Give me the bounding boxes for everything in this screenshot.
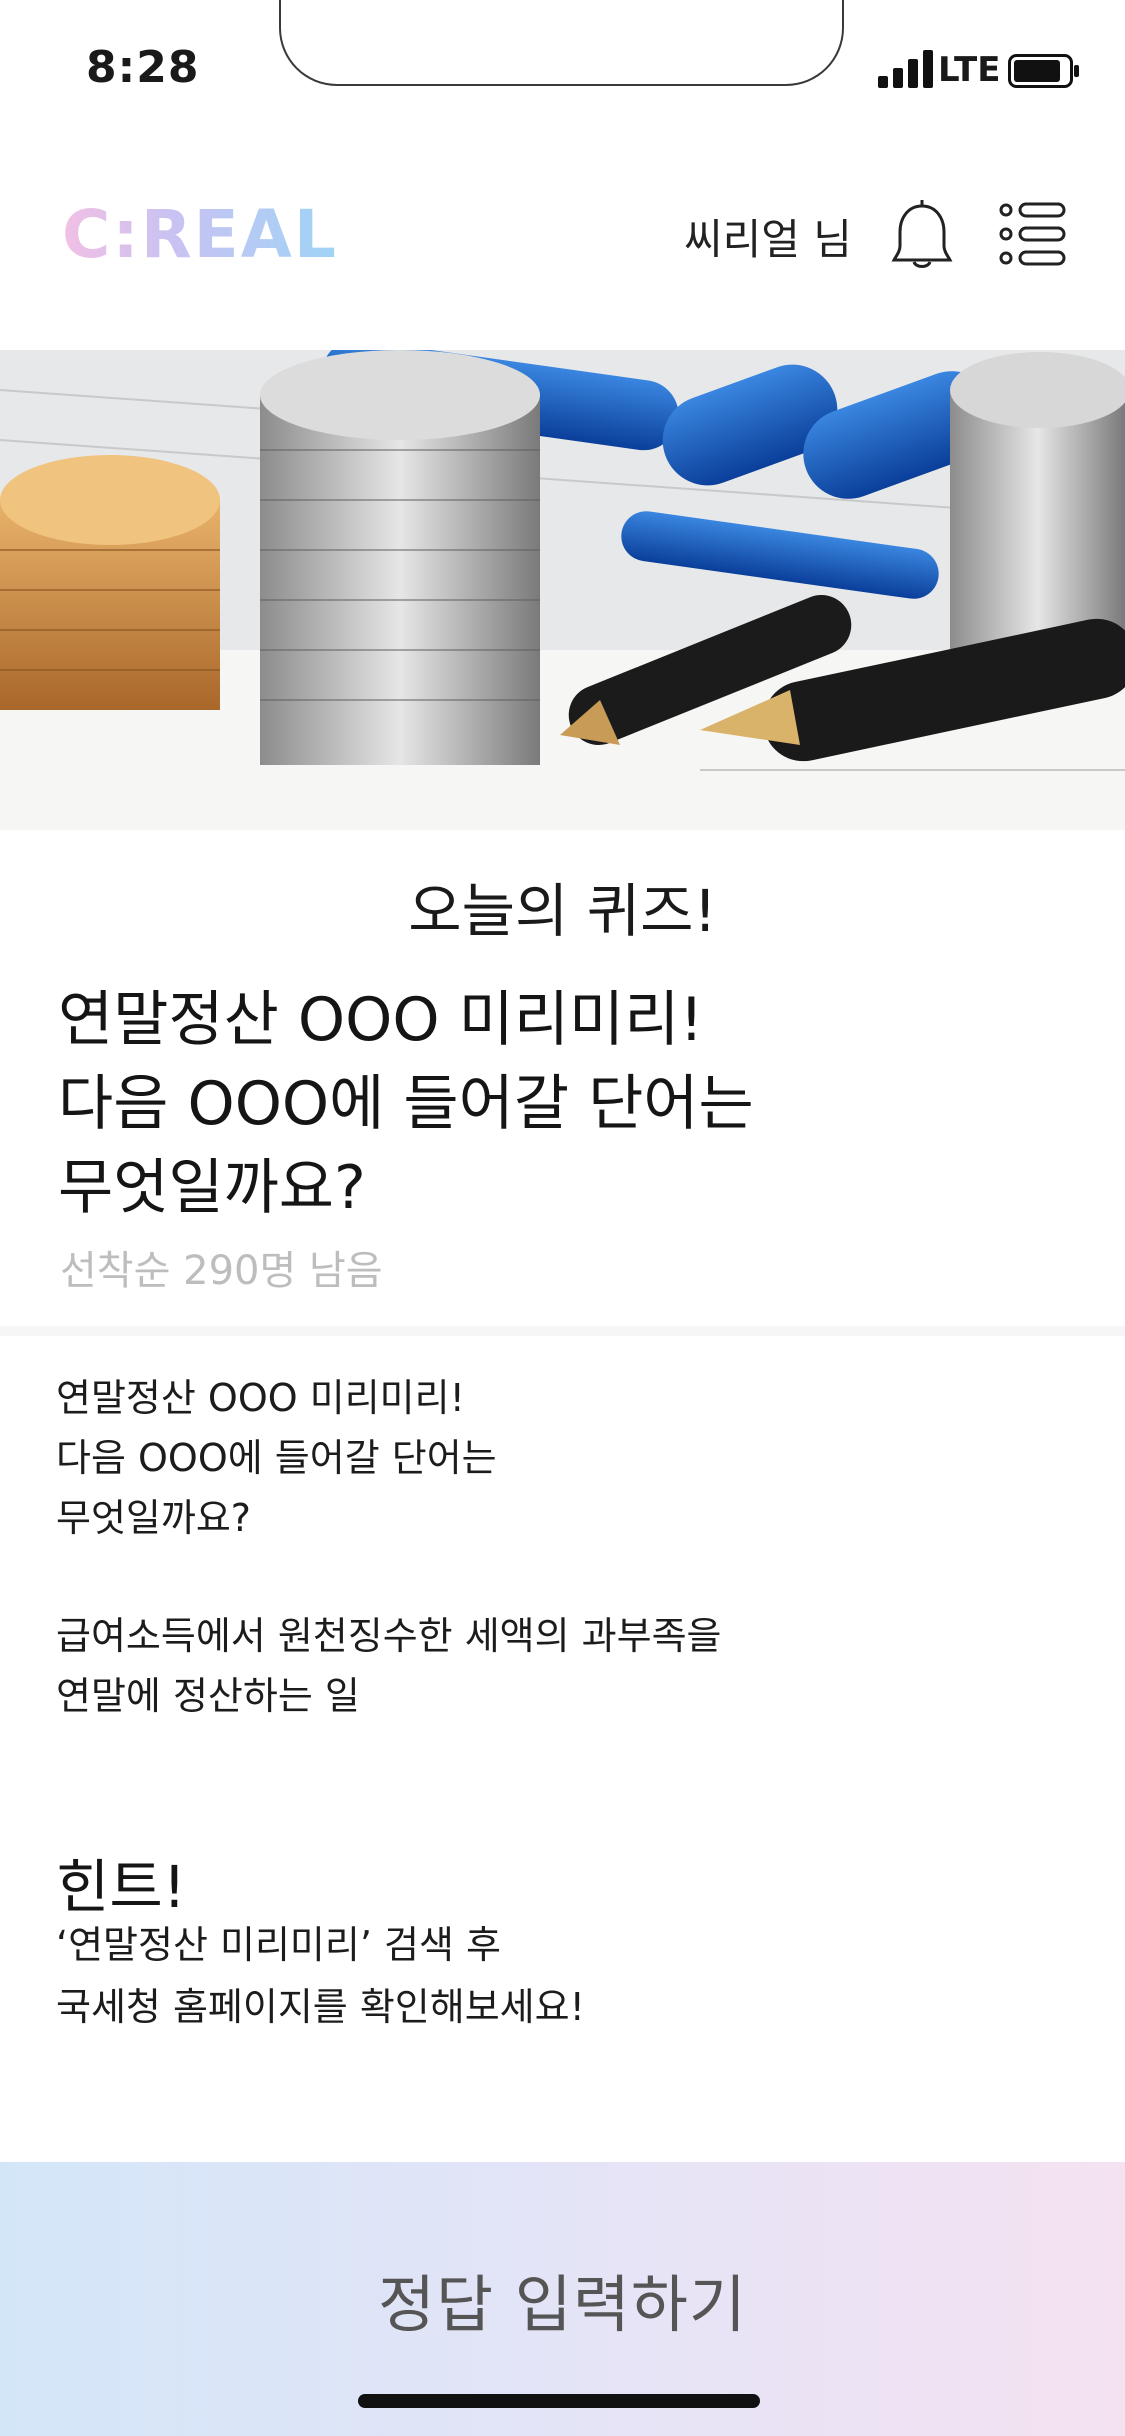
signal-icon [878, 50, 933, 88]
battery-icon [1008, 54, 1079, 88]
definition-line: 연말에 정산하는 일 [56, 1674, 360, 1718]
status-time: 8:28 [86, 42, 200, 93]
home-indicator[interactable] [358, 2394, 760, 2408]
hint-title: 힌트! [56, 1853, 186, 1921]
menu-list-icon[interactable] [998, 198, 1068, 270]
hint-line: 국세청 홈페이지를 확인해보세요! [56, 1985, 585, 2029]
app-logo[interactable]: C:REAL [62, 196, 338, 273]
remaining-count: 선착순 290명 남음 [60, 1248, 383, 1294]
quiz-description: 연말정산 OOO 미리미리! 다음 OOO에 들어갈 단어는 무엇일까요? 급여… [56, 1368, 1066, 1726]
quiz-question-line: 연말정산 OOO 미리미리! [58, 985, 704, 1055]
submit-answer-label: 정답 입력하기 [378, 2268, 747, 2341]
description-line: 무엇일까요? [56, 1496, 251, 1540]
quiz-question-line: 무엇일까요? [58, 1153, 366, 1223]
quiz-question-line: 다음 OOO에 들어갈 단어는 [58, 1069, 754, 1139]
status-bar: 8:28 LTE [0, 0, 1125, 140]
description-line: 다음 OOO에 들어갈 단어는 [56, 1436, 497, 1480]
coins-and-pens-photo [0, 350, 1125, 830]
quiz-question: 연말정산 OOO 미리미리! 다음 OOO에 들어갈 단어는 무엇일까요? [58, 978, 1058, 1230]
definition-line: 급여소득에서 원천징수한 세액의 과부족을 [56, 1614, 722, 1658]
app-header: C:REAL 씨리얼 님 [0, 140, 1125, 350]
description-line: 연말정산 OOO 미리미리! [56, 1376, 465, 1420]
bell-icon[interactable] [890, 198, 954, 270]
hint-line: ‘연말정산 미리미리’ 검색 후 [56, 1923, 501, 1967]
section-divider [0, 1326, 1125, 1336]
quiz-section-title: 오늘의 퀴즈! [408, 877, 717, 945]
hint-text: ‘연말정산 미리미리’ 검색 후 국세청 홈페이지를 확인해보세요! [56, 1914, 1066, 2038]
network-label: LTE [938, 50, 1001, 90]
user-greeting: 씨리얼 님 [684, 215, 852, 264]
device-notch [279, 0, 844, 86]
hero-image [0, 350, 1125, 830]
